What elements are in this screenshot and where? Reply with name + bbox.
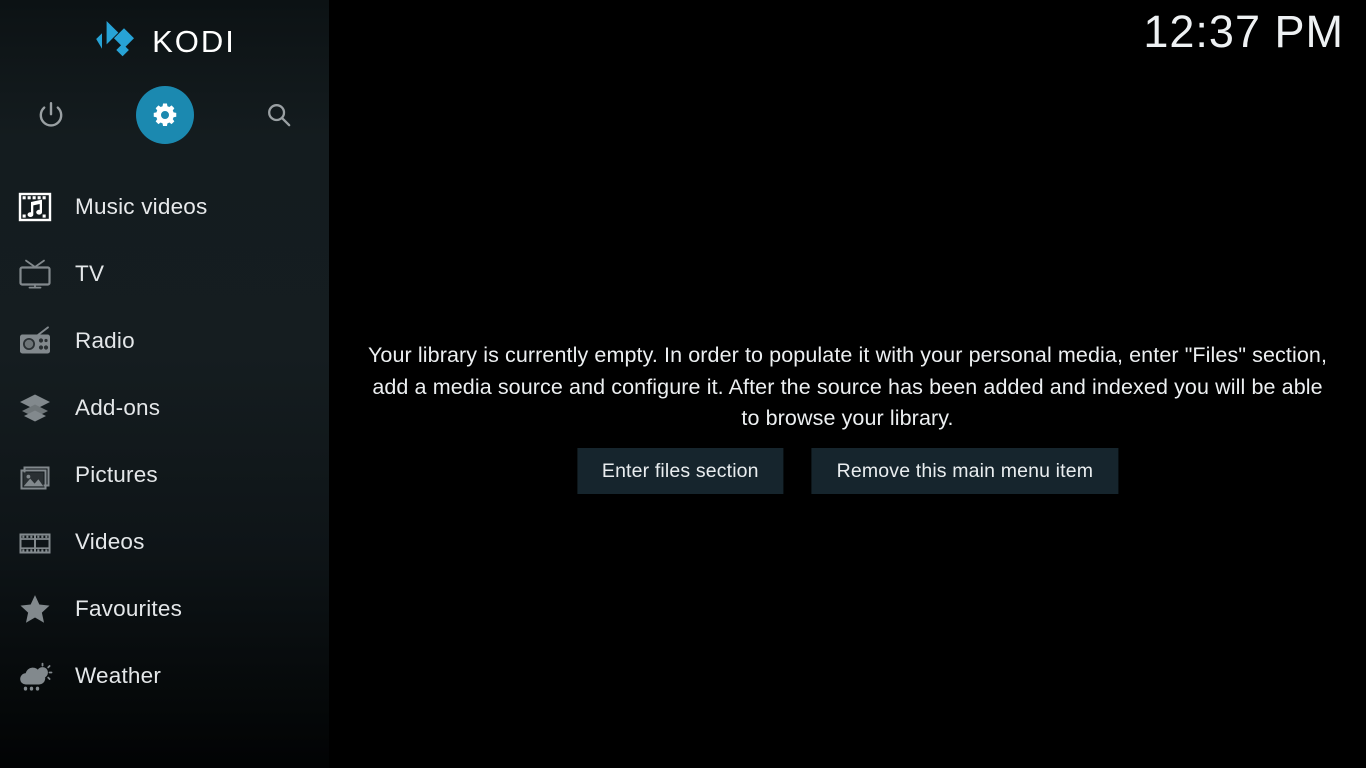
search-icon: [268, 104, 291, 127]
app-name: KODI: [152, 23, 236, 59]
settings-button[interactable]: [136, 86, 194, 144]
sidebar-item-label: Favourites: [75, 595, 183, 621]
videos-filmstrip-icon: [11, 522, 59, 562]
sidebar: KODI Music videos TV Radio Add-ons Pictu…: [0, 0, 329, 768]
music-videos-icon: [11, 187, 59, 227]
sidebar-item-label: Music videos: [75, 193, 208, 219]
sidebar-item-label: Weather: [75, 662, 162, 688]
power-button[interactable]: [22, 86, 80, 144]
sidebar-item-label: Radio: [75, 327, 135, 353]
power-icon: [39, 102, 63, 127]
app-logo: KODI: [0, 14, 329, 68]
sidebar-item-pictures[interactable]: Pictures: [0, 441, 329, 508]
empty-library-message: Your library is currently empty. In orde…: [367, 343, 1328, 430]
main-content: Your library is currently empty. In orde…: [329, 0, 1366, 768]
gear-icon: [153, 103, 177, 127]
search-button[interactable]: [250, 86, 308, 144]
sidebar-item-label: Pictures: [75, 461, 158, 487]
enter-files-section-button[interactable]: Enter files section: [576, 448, 784, 494]
sidebar-item-label: Add-ons: [75, 394, 161, 420]
sidebar-menu: Music videos TV Radio Add-ons Pictures V…: [0, 173, 329, 709]
pictures-icon: [11, 455, 59, 495]
kodi-home-screen: KODI Music videos TV Radio Add-ons Pictu…: [0, 0, 1366, 768]
sidebar-item-label: Videos: [75, 528, 145, 554]
tv-icon: [11, 254, 59, 294]
addons-box-icon: [11, 388, 59, 428]
sidebar-item-videos[interactable]: Videos: [0, 508, 329, 575]
sidebar-item-add-ons[interactable]: Add-ons: [0, 374, 329, 441]
radio-icon: [11, 321, 59, 361]
weather-cloud-sun-rain-icon: [11, 656, 59, 696]
remove-main-menu-item-button[interactable]: Remove this main menu item: [811, 448, 1119, 494]
sidebar-item-radio[interactable]: Radio: [0, 307, 329, 374]
sidebar-item-favourites[interactable]: Favourites: [0, 575, 329, 642]
sidebar-item-tv[interactable]: TV: [0, 240, 329, 307]
top-action-bar: [0, 86, 329, 144]
star-icon: [11, 589, 59, 629]
kodi-logo-icon: [96, 21, 135, 57]
action-button-row: Enter files section Remove this main men…: [576, 448, 1119, 494]
sidebar-item-label: TV: [75, 260, 105, 286]
sidebar-item-music-videos[interactable]: Music videos: [0, 173, 329, 240]
sidebar-item-weather[interactable]: Weather: [0, 642, 329, 709]
